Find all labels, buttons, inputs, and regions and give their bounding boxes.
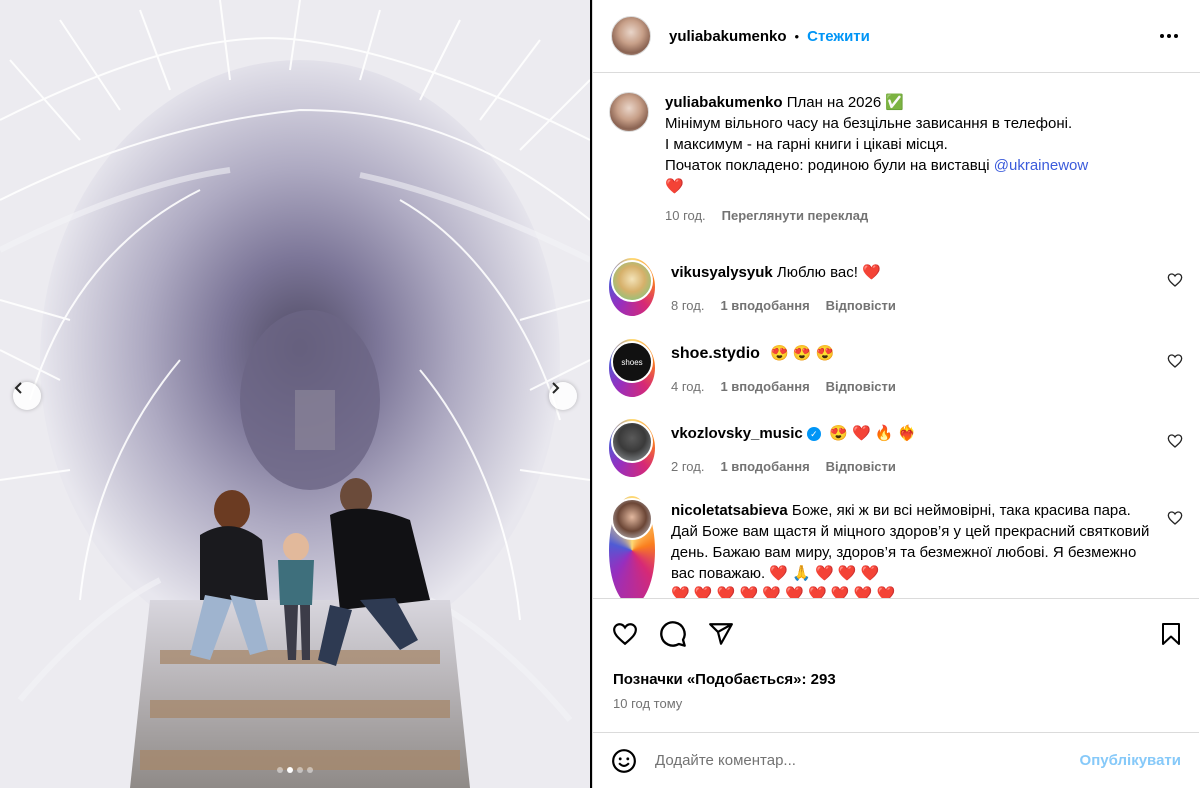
comments-list[interactable]: yuliabakumenko План на 2026 ✅ Мінімум ві…: [593, 74, 1199, 598]
caption-avatar[interactable]: [609, 92, 649, 132]
comment-emoji: 😍 😍 😍: [770, 345, 835, 362]
avatar-logo-text: shoes: [621, 357, 643, 367]
comment-likes[interactable]: 1 вподобання: [720, 456, 809, 477]
more-icon-dot: [1160, 34, 1164, 38]
commenter-avatar: [611, 260, 653, 302]
caption-line: І максимум - на гарні книги і цікаві міс…: [665, 136, 948, 153]
like-comment-heart-icon[interactable]: [1167, 510, 1183, 526]
reply-button[interactable]: Відповісти: [826, 456, 896, 477]
caption-line: Мінімум вільного часу на безцільне завис…: [665, 115, 1073, 132]
caption-meta: 10 год. Переглянути переклад: [665, 205, 1165, 226]
likes-count[interactable]: Позначки «Подобається»: 293: [593, 651, 1199, 688]
comment-item: vikusyalysyuk Люблю вас! ❤️ 8 год. 1 впо…: [593, 258, 1199, 316]
carousel-next-button[interactable]: [549, 382, 577, 410]
verified-badge-icon: ✓: [806, 427, 821, 442]
comment-username[interactable]: shoe.stydio: [671, 345, 760, 362]
commenter-avatar: [611, 498, 653, 540]
reply-button[interactable]: Відповісти: [826, 295, 896, 316]
post-details-panel: yuliabakumenko • Стежити yuliabakumenko …: [592, 0, 1200, 788]
post-actions: Позначки «Подобається»: 293 10 год тому: [593, 598, 1199, 732]
carousel-dot: [287, 767, 293, 773]
post-caption: yuliabakumenko План на 2026 ✅ Мінімум ві…: [593, 92, 1199, 226]
carousel-indicator: [0, 767, 590, 773]
like-comment-heart-icon[interactable]: [1167, 272, 1183, 288]
reply-button[interactable]: Відповісти: [826, 376, 896, 397]
carousel-dot: [277, 767, 283, 773]
mention-link[interactable]: @ukrainewow: [994, 157, 1088, 174]
comment-input[interactable]: [655, 752, 1080, 769]
like-comment-heart-icon[interactable]: [1167, 433, 1183, 449]
caption-line: Початок покладено: родиною були на виста…: [665, 155, 1165, 176]
carousel-prev-button[interactable]: [13, 382, 41, 410]
emoji-icon[interactable]: [611, 748, 637, 774]
caption-title: План на 2026: [786, 94, 882, 111]
carousel-dot: [307, 767, 313, 773]
photo-scene: [0, 0, 590, 788]
comment-icon[interactable]: [659, 620, 687, 648]
comment-meta: 4 год. 1 вподобання Відповісти: [671, 376, 1151, 397]
like-comment-heart-icon[interactable]: [1167, 353, 1183, 369]
comment-emoji: ❤️: [862, 264, 881, 281]
commenter-avatar: shoes: [611, 341, 653, 383]
comment-item: nicoletatsabieva Боже, які ж ви всі нейм…: [593, 496, 1199, 598]
check-emoji: ✅: [885, 94, 905, 111]
caption-username[interactable]: yuliabakumenko: [665, 94, 783, 111]
comment-emoji: 😍 ❤️ 🔥 ❤️‍🔥: [829, 425, 917, 442]
more-icon-dot: [1174, 34, 1178, 38]
comment-username[interactable]: vikusyalysyuk: [671, 264, 773, 281]
comment-meta: 2 год. 1 вподобання Відповісти: [671, 456, 1151, 477]
caption-text: yuliabakumenko План на 2026 ✅: [665, 92, 1165, 113]
caption-line-text: Початок покладено: родиною були на виста…: [665, 157, 990, 174]
more-options-button[interactable]: [1156, 30, 1182, 42]
add-comment-bar: Опублікувати: [593, 732, 1199, 788]
comment-likes[interactable]: 1 вподобання: [720, 295, 809, 316]
share-icon[interactable]: [707, 621, 735, 647]
story-ring[interactable]: shoes: [609, 339, 655, 397]
chevron-left-icon: [14, 382, 22, 394]
comment-item: shoes shoe.stydio 😍 😍 😍 4 год. 1 вподоба…: [593, 339, 1199, 397]
header-separator: •: [794, 28, 800, 44]
save-bookmark-icon[interactable]: [1159, 621, 1183, 647]
comment-emoji-row: ❤️ ❤️ ❤️ ❤️ ❤️ ❤️ ❤️ ❤️ ❤️ ❤️: [671, 586, 896, 598]
comment-username[interactable]: nicoletatsabieva: [671, 502, 788, 519]
story-ring[interactable]: [609, 419, 655, 477]
owner-username[interactable]: yuliabakumenko: [669, 28, 787, 45]
commenter-avatar: [611, 421, 653, 463]
post-photo[interactable]: [0, 0, 590, 788]
post-header: yuliabakumenko • Стежити: [593, 0, 1200, 73]
comment-meta: 8 год. 1 вподобання Відповісти: [671, 295, 1151, 316]
chevron-right-icon: [552, 382, 560, 394]
comment-time: 2 год.: [671, 459, 705, 474]
comment-item: vkozlovsky_music ✓ 😍 ❤️ 🔥 ❤️‍🔥 2 год. 1 …: [593, 419, 1199, 477]
publish-button[interactable]: Опублікувати: [1080, 752, 1181, 769]
like-heart-icon[interactable]: [611, 621, 639, 647]
translate-link[interactable]: Переглянути переклад: [722, 205, 869, 226]
story-ring[interactable]: [609, 258, 655, 316]
comment-text: Люблю вас!: [776, 264, 858, 281]
comment-username[interactable]: vkozlovsky_music: [671, 425, 803, 442]
carousel-dot: [297, 767, 303, 773]
story-ring[interactable]: [609, 496, 655, 598]
comment-time: 4 год.: [671, 379, 705, 394]
comment-likes[interactable]: 1 вподобання: [720, 376, 809, 397]
owner-avatar[interactable]: [611, 16, 651, 56]
comment-time: 8 год.: [671, 298, 705, 313]
heart-emoji: ❤️: [665, 178, 684, 195]
caption-time: 10 год.: [665, 208, 706, 223]
follow-button[interactable]: Стежити: [807, 28, 870, 45]
more-icon-dot: [1167, 34, 1171, 38]
comment-emoji: ❤️ 🙏 ❤️ ❤️ ❤️: [769, 565, 880, 582]
post-timestamp: 10 год тому: [613, 696, 683, 711]
